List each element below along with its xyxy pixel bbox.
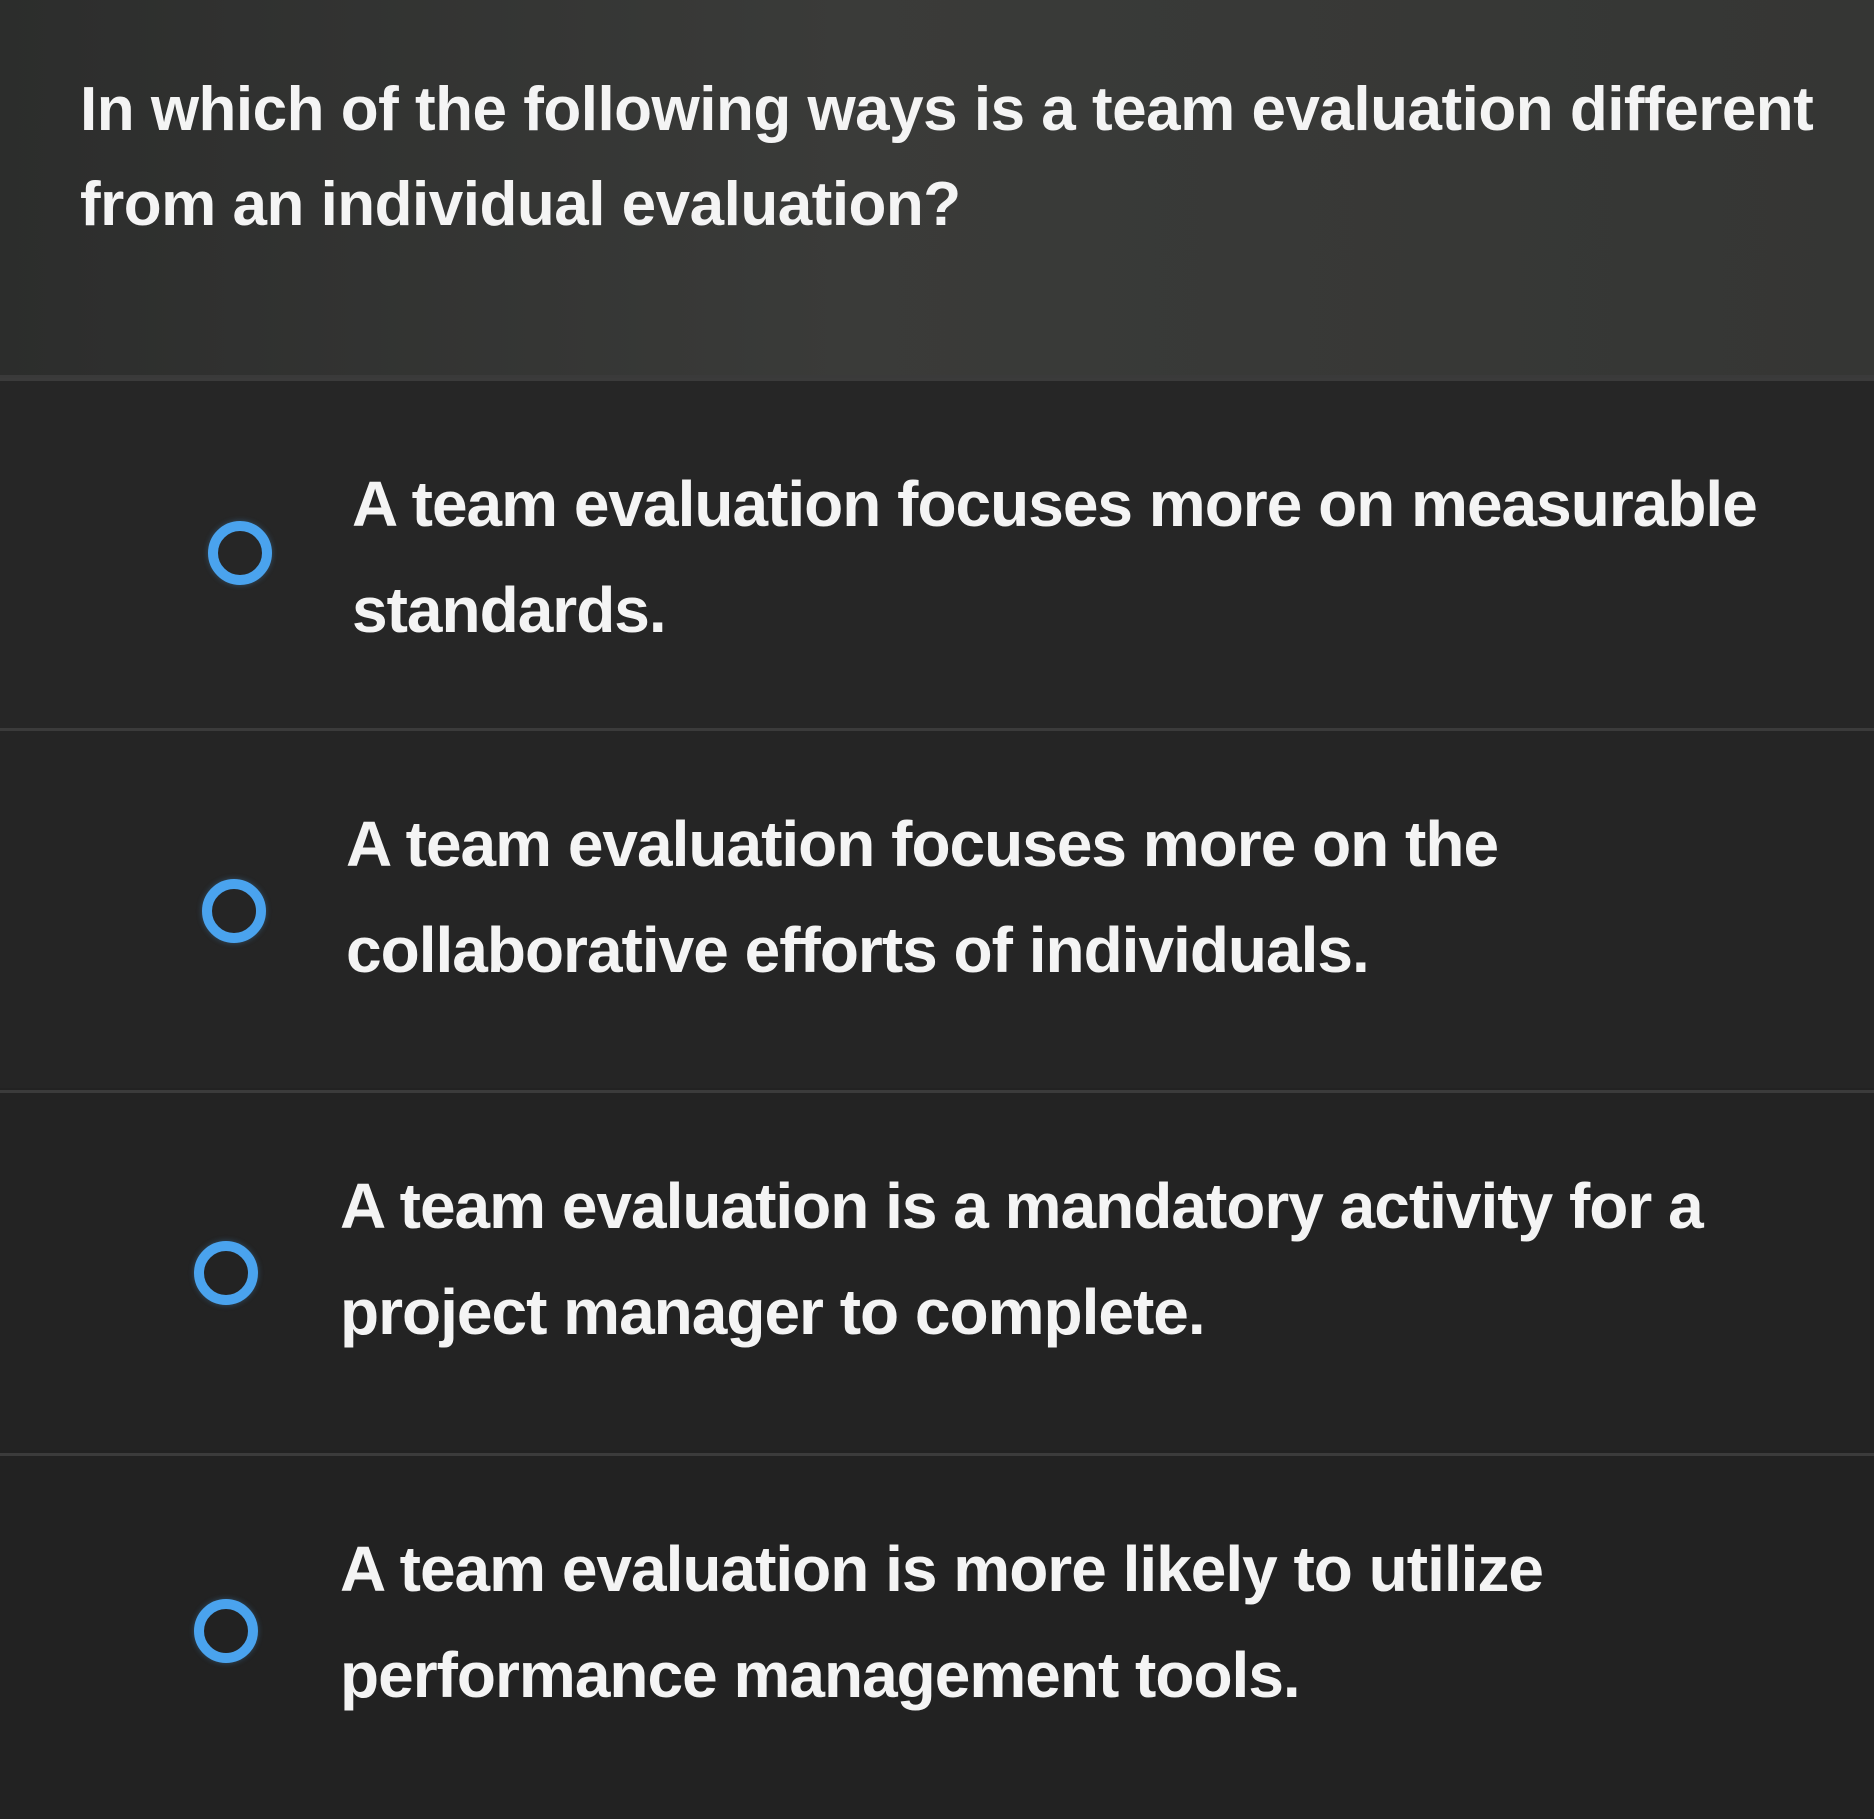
answer-option-2[interactable]: A team evaluation focuses more on the co… <box>0 728 1874 1088</box>
radio-button-icon[interactable] <box>194 1599 258 1663</box>
answer-option-label: A team evaluation focuses more on measur… <box>352 468 1758 646</box>
answer-option-4[interactable]: A team evaluation is more likely to util… <box>0 1453 1874 1819</box>
answer-option-label: A team evaluation is a mandatory activit… <box>340 1170 1704 1348</box>
answer-options: A team evaluation focuses more on measur… <box>0 378 1874 1819</box>
answer-option-label: A team evaluation is more likely to util… <box>340 1533 1544 1711</box>
quiz-screen: In which of the following ways is a team… <box>0 0 1874 1819</box>
radio-button-icon[interactable] <box>202 879 266 943</box>
question-text: In which of the following ways is a team… <box>80 75 1814 239</box>
question-panel: In which of the following ways is a team… <box>0 0 1874 378</box>
radio-button-icon[interactable] <box>208 521 272 585</box>
answer-option-label: A team evaluation focuses more on the co… <box>346 808 1499 986</box>
answer-option-1[interactable]: A team evaluation focuses more on measur… <box>0 378 1874 738</box>
answer-option-3[interactable]: A team evaluation is a mandatory activit… <box>0 1090 1874 1450</box>
radio-button-icon[interactable] <box>194 1241 258 1305</box>
